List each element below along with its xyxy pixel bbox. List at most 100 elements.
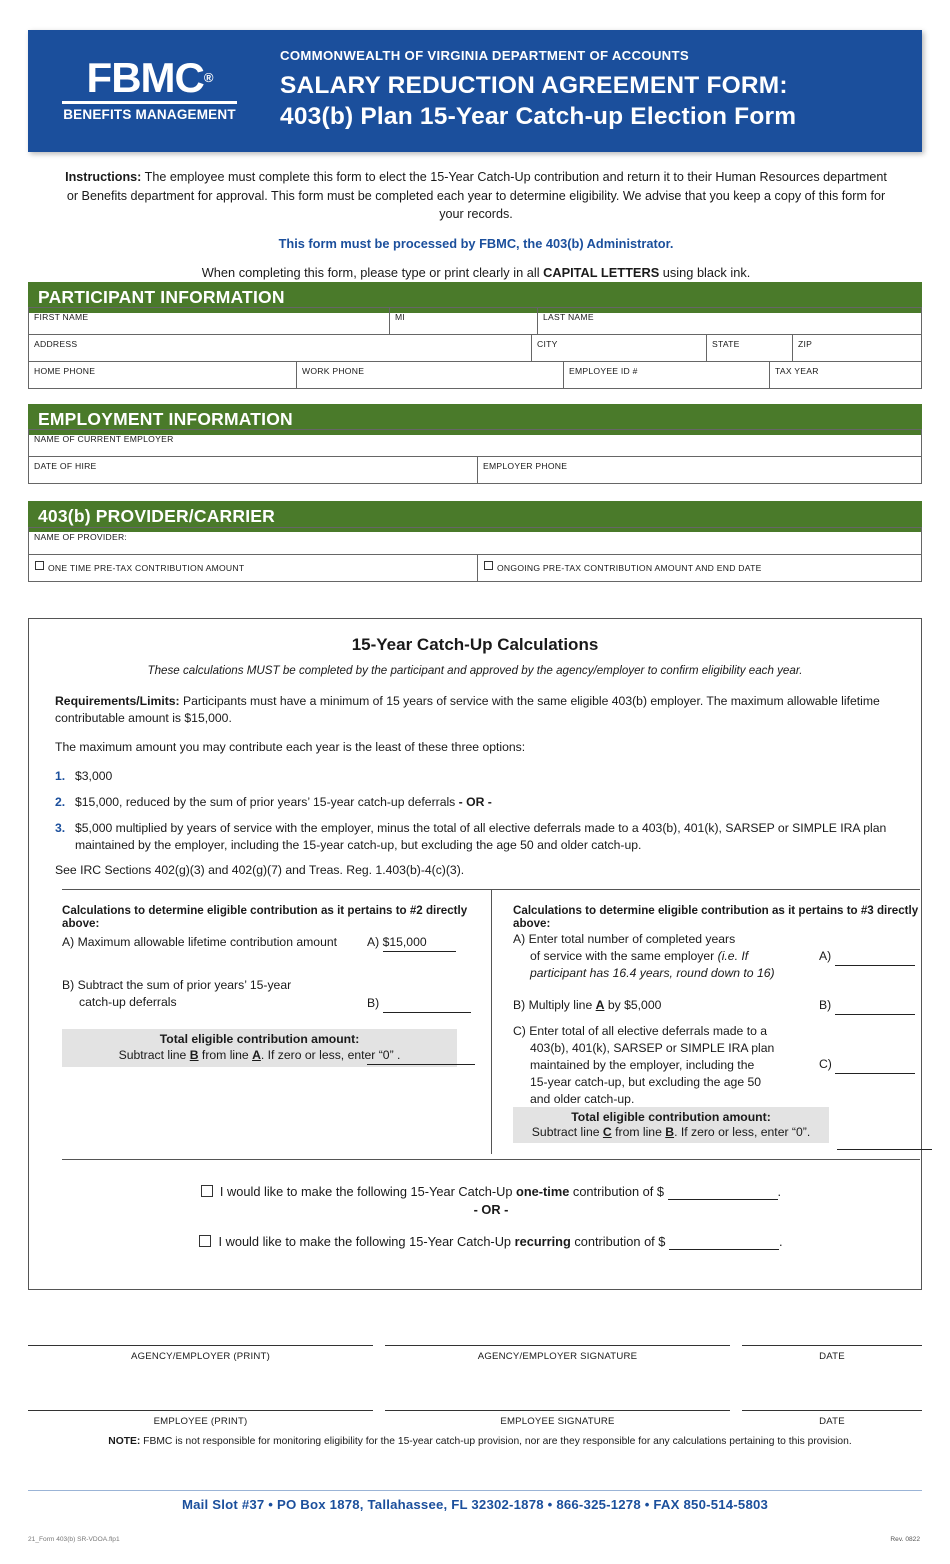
lts-c: from line <box>198 1048 253 1062</box>
requirements-block: Requirements/Limits: Participants must h… <box>55 693 895 756</box>
right-total-label: Total eligible contribution amount: <box>571 1110 771 1124</box>
capital-note-c: using black ink. <box>659 265 751 280</box>
election-option-one-time[interactable]: I would like to make the following 15-Ye… <box>62 1184 920 1200</box>
signature-label-agency-date: DATE <box>819 1351 845 1362</box>
checkbox-one-time-contribution[interactable]: ONE TIME PRE-TAX CONTRIBUTION AMOUNT <box>29 555 478 581</box>
rts-b: C <box>602 1125 612 1139</box>
field-name-of-provider[interactable]: NAME OF PROVIDER: <box>29 528 921 554</box>
election-divider <box>62 1159 920 1160</box>
left-total-blank[interactable] <box>367 1046 475 1065</box>
rlc-4: 15-year catch-up, but excluding the age … <box>530 1075 762 1089</box>
checkbox-icon[interactable] <box>200 1185 213 1197</box>
field-zip[interactable]: ZIP <box>793 335 921 361</box>
footer-note: NOTE: FBMC is not responsible for monito… <box>60 1436 900 1447</box>
list-item: 3. $5,000 multiplied by years of service… <box>55 820 895 854</box>
left-line-b-text: B) Subtract the sum of prior years’ 15-y… <box>62 977 362 1011</box>
signature-label-employee-date: DATE <box>819 1416 845 1427</box>
election-2-end: . <box>778 1234 783 1249</box>
left-line-a-value[interactable]: A) $15,000 <box>367 934 456 952</box>
election-2-blank[interactable] <box>668 1234 779 1250</box>
footer-note-body: FBMC is not responsible for monitoring e… <box>140 1436 852 1447</box>
right-total-blank[interactable] <box>837 1131 932 1150</box>
left-line-a-text: A) Maximum allowable lifetime contributi… <box>62 935 338 949</box>
rla-2wrap: of service with the same employer (i.e. … <box>530 948 748 965</box>
calculations-subtitle: These calculations MUST be completed by … <box>147 664 803 677</box>
field-home-phone[interactable]: HOME PHONE <box>29 362 297 388</box>
signature-line-agency-signature[interactable] <box>385 1345 730 1346</box>
provider-fields-table: NAME OF PROVIDER: ONE TIME PRE-TAX CONTR… <box>28 527 922 582</box>
capital-note-a: When completing this form, please type o… <box>201 265 544 280</box>
rlc-1: C) Enter total of all elective deferrals… <box>513 1024 768 1038</box>
field-employer-phone[interactable]: EMPLOYER PHONE <box>478 457 921 483</box>
field-address[interactable]: ADDRESS <box>29 335 532 361</box>
election-1-a: I would like to make the following 15-Ye… <box>219 1184 517 1199</box>
field-tax-year[interactable]: TAX YEAR <box>770 362 921 388</box>
option-3-text: $5,000 multiplied by years of service wi… <box>75 821 887 852</box>
rla-3-italic: participant has 16.4 years, round down t… <box>530 966 775 980</box>
right-line-b-value[interactable]: B) <box>819 997 915 1015</box>
left-line-b-blank[interactable] <box>382 995 471 1013</box>
option-2-text-a: $15,000, reduced by the sum of prior yea… <box>75 795 459 809</box>
signature-line-agency-print[interactable] <box>28 1345 373 1346</box>
left-line-a-amount: $15,000 <box>382 934 456 952</box>
requirements-paragraph: Requirements/Limits: Participants must h… <box>55 693 895 727</box>
requirements-label: Requirements/Limits: <box>55 694 180 708</box>
election-2-a: I would like to make the following 15-Ye… <box>218 1234 515 1249</box>
right-line-a-label: A) <box>819 949 832 963</box>
field-city[interactable]: CITY <box>532 335 707 361</box>
field-mi[interactable]: MI <box>390 308 538 334</box>
field-employee-id[interactable]: EMPLOYEE ID # <box>564 362 770 388</box>
left-line-b-text-2: catch-up deferrals <box>79 995 177 1009</box>
table-row: FIRST NAME MI LAST NAME <box>29 308 921 335</box>
checkbox-icon[interactable] <box>35 561 44 570</box>
right-line-b-blank[interactable] <box>834 997 915 1015</box>
signature-line-agency-date[interactable] <box>742 1345 922 1346</box>
revision-label: Rev. 0822 <box>890 1536 920 1543</box>
signature-line-employee-print[interactable] <box>28 1410 373 1411</box>
header-title-line2: 403(b) Plan 15-Year Catch-up Election Fo… <box>280 103 797 130</box>
signature-line-employee-date[interactable] <box>742 1410 922 1411</box>
document-header: FBMC® BENEFITS MANAGEMENT COMMONWEALTH O… <box>28 30 922 152</box>
rts-c: from line <box>611 1125 666 1139</box>
rla-2-italic: (i.e. If <box>717 949 749 963</box>
table-row: ADDRESS CITY STATE ZIP <box>29 335 921 362</box>
calculations-panel: 15-Year Catch-Up Calculations These calc… <box>28 618 932 1290</box>
table-row: NAME OF CURRENT EMPLOYER <box>29 430 921 457</box>
election-1-blank[interactable] <box>667 1184 778 1200</box>
checkbox-ongoing-contribution[interactable]: ONGOING PRE-TAX CONTRIBUTION AMOUNT AND … <box>478 555 921 581</box>
lts-b: B <box>189 1048 199 1062</box>
field-state[interactable]: STATE <box>707 335 793 361</box>
checkbox-icon[interactable] <box>199 1235 212 1247</box>
field-date-of-hire[interactable]: DATE OF HIRE <box>29 457 478 483</box>
signature-label-agency-print: AGENCY/EMPLOYER (PRINT) <box>131 1351 270 1362</box>
right-line-a-value[interactable]: A) <box>819 948 915 966</box>
field-first-name[interactable]: FIRST NAME <box>29 308 390 334</box>
election-2-b: contribution of $ <box>570 1234 669 1249</box>
left-line-b-value[interactable]: B) <box>367 995 471 1013</box>
fbmc-logo: FBMC® BENEFITS MANAGEMENT <box>62 57 237 122</box>
field-work-phone[interactable]: WORK PHONE <box>297 362 564 388</box>
instructions-block: Instructions: The employee must complete… <box>62 168 890 283</box>
election-option-recurring[interactable]: I would like to make the following 15-Ye… <box>62 1234 920 1250</box>
field-current-employer[interactable]: NAME OF CURRENT EMPLOYER <box>29 430 921 456</box>
right-line-c-label: C) <box>819 1057 832 1071</box>
signature-line-employee-signature[interactable] <box>385 1410 730 1411</box>
registered-trademark-icon: ® <box>203 70 214 85</box>
rlc-3: maintained by the employer, including th… <box>530 1058 755 1072</box>
election-2-bold: recurring <box>514 1234 571 1249</box>
right-total-sub: Subtract line C from line B. If zero or … <box>513 1125 829 1139</box>
checkbox-icon[interactable] <box>484 561 493 570</box>
right-line-b-label: B) <box>819 998 832 1012</box>
lts-a: Subtract line <box>118 1048 190 1062</box>
right-line-c-blank[interactable] <box>835 1056 916 1074</box>
option-2-text: $15,000, reduced by the sum of prior yea… <box>75 794 492 811</box>
table-row: ONE TIME PRE-TAX CONTRIBUTION AMOUNT ONG… <box>29 555 921 581</box>
rts-d: B <box>665 1125 675 1139</box>
right-line-c-value[interactable]: C) <box>819 1056 916 1074</box>
checkbox-ongoing-label: ONGOING PRE-TAX CONTRIBUTION AMOUNT AND … <box>497 563 762 573</box>
field-last-name[interactable]: LAST NAME <box>538 308 921 334</box>
instructions-processed-note: This form must be processed by FBMC, the… <box>278 235 674 251</box>
election-1-bold: one-time <box>516 1184 570 1199</box>
option-1-text: $3,000 <box>75 769 113 783</box>
right-line-a-blank[interactable] <box>834 948 915 966</box>
